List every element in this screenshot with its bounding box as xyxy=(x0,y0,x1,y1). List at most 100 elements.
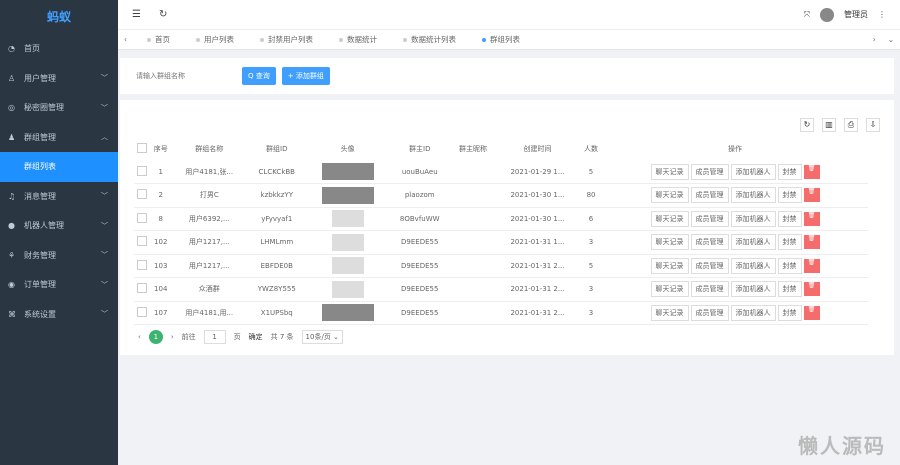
members-button[interactable]: 成员管理 xyxy=(690,257,729,274)
export-icon[interactable]: ⇩ xyxy=(866,118,880,132)
delete-button[interactable]: 🗑 xyxy=(803,235,820,250)
chat-log-button[interactable]: 聊天记录 xyxy=(650,304,689,321)
ban-button[interactable]: 封禁 xyxy=(777,257,802,274)
row-checkbox[interactable] xyxy=(134,183,150,208)
tabs-next-icon[interactable]: › xyxy=(873,35,876,44)
chat-log-button[interactable]: 聊天记录 xyxy=(650,257,689,274)
menu-icon: ♙ xyxy=(8,73,16,83)
add-robot-button[interactable]: 添加机器人 xyxy=(730,304,776,321)
tab-1[interactable]: 用户列表 xyxy=(196,34,234,45)
members-button[interactable]: 成员管理 xyxy=(690,163,729,180)
columns-icon[interactable]: ▥ xyxy=(822,118,836,132)
ban-button[interactable]: 封禁 xyxy=(777,163,802,180)
tab-4[interactable]: 数据统计列表 xyxy=(403,34,456,45)
group-name-search-input[interactable] xyxy=(136,67,226,85)
members-button[interactable]: 成员管理 xyxy=(690,234,729,251)
tabs-prev-icon[interactable]: ‹ xyxy=(124,35,127,44)
created-at: 2021-01-30 1... xyxy=(494,183,581,208)
user-name[interactable]: 管理员 xyxy=(844,9,868,20)
row-checkbox[interactable] xyxy=(134,230,150,255)
sidebar-item-6[interactable]: ● 机器人管理 ﹀ xyxy=(0,211,118,241)
row-checkbox[interactable] xyxy=(134,207,150,231)
tab-3[interactable]: 数据统计 xyxy=(339,34,377,45)
chat-log-button[interactable]: 聊天记录 xyxy=(650,163,689,180)
delete-button[interactable]: 🗑 xyxy=(803,211,820,226)
tabs-menu-icon[interactable]: ⌄ xyxy=(888,35,894,44)
row-checkbox[interactable] xyxy=(134,277,150,302)
select-all-checkbox[interactable] xyxy=(134,138,150,160)
add-robot-button[interactable]: 添加机器人 xyxy=(730,210,776,227)
delete-button[interactable]: 🗑 xyxy=(803,164,820,179)
tab-dot-icon xyxy=(339,37,343,42)
delete-button[interactable]: 🗑 xyxy=(803,258,820,273)
fullscreen-icon[interactable]: ⤧ xyxy=(804,10,810,20)
chat-log-button[interactable]: 聊天记录 xyxy=(650,281,689,298)
chat-log-button[interactable]: 聊天记录 xyxy=(650,187,689,204)
ban-button[interactable]: 封禁 xyxy=(777,187,802,204)
chat-log-button[interactable]: 聊天记录 xyxy=(650,210,689,227)
sidebar: 蚂蚁 ◔ 首页 ♙ 用户管理 ﹀ ◎ 秘密圈管理 ﹀ ♟ 群组管理 ︿ 群组列表 ♫ 消息管理 ﹀ ● 机器人管… xyxy=(0,0,118,465)
more-icon[interactable]: ⋮ xyxy=(878,10,886,19)
table-card: ↻ ▥ ⎙ ⇩ 序号 群组名称 群组ID 头像 群主ID 群主昵称 创建时间 人数 操作 1 用户… xyxy=(120,100,894,355)
index: 1 xyxy=(149,160,172,184)
group-name: 用户1217,... xyxy=(171,254,247,278)
members-button[interactable]: 成员管理 xyxy=(690,304,729,321)
page-1[interactable]: 1 xyxy=(148,330,163,344)
members-button[interactable]: 成员管理 xyxy=(690,210,729,227)
members-button[interactable]: 成员管理 xyxy=(690,281,729,298)
group-name: 用户1217,... xyxy=(171,230,247,255)
tab-5[interactable]: 群组列表 xyxy=(482,34,520,45)
search-button[interactable]: Q 查询 xyxy=(242,67,276,85)
ban-button[interactable]: 封禁 xyxy=(777,234,802,251)
add-robot-button[interactable]: 添加机器人 xyxy=(730,163,776,180)
add-robot-button[interactable]: 添加机器人 xyxy=(730,234,776,251)
created-at: 2021-01-31 2... xyxy=(494,277,581,302)
ban-button[interactable]: 封禁 xyxy=(777,210,802,227)
goto-page-input[interactable]: 1 xyxy=(203,330,226,344)
sidebar-item-1[interactable]: ♙ 用户管理 ﹀ xyxy=(0,64,118,94)
column-header: 创建时间 xyxy=(523,145,552,153)
ban-button[interactable]: 封禁 xyxy=(777,281,802,298)
chevron-up-icon: ︿ xyxy=(101,133,108,142)
add-group-button[interactable]: + 添加群组 xyxy=(281,67,330,85)
sidebar-item-3[interactable]: ♟ 群组管理 ︿ xyxy=(0,123,118,153)
tab-2[interactable]: 封禁用户列表 xyxy=(260,34,313,45)
row-checkbox[interactable] xyxy=(134,160,150,184)
print-icon[interactable]: ⎙ xyxy=(844,118,858,132)
tab-bar: ‹ 首页 用户列表 封禁用户列表 数据统计 数据统计列表 群组列表 › ⌄ xyxy=(118,30,900,50)
delete-button[interactable]: 🗑 xyxy=(803,282,820,297)
add-robot-button[interactable]: 添加机器人 xyxy=(730,281,776,298)
group-id: YWZ8Y555 xyxy=(246,277,307,302)
column-header: 序号 xyxy=(153,145,168,153)
add-robot-button[interactable]: 添加机器人 xyxy=(730,187,776,204)
menu-toggle-icon[interactable]: ☰ xyxy=(132,9,141,20)
avatar[interactable] xyxy=(820,7,834,22)
chat-log-button[interactable]: 聊天记录 xyxy=(650,234,689,251)
refresh-table-icon[interactable]: ↻ xyxy=(800,118,814,132)
actions-cell: 聊天记录 成员管理 添加机器人 封禁 🗑 xyxy=(602,207,868,231)
tab-0[interactable]: 首页 xyxy=(147,34,170,45)
sidebar-item-9[interactable]: ⌘ 系统设置 ﹀ xyxy=(0,300,118,330)
confirm-button[interactable]: 确定 xyxy=(249,332,263,342)
sidebar-item-5[interactable]: ♫ 消息管理 ﹀ xyxy=(0,182,118,212)
members-button[interactable]: 成员管理 xyxy=(690,187,729,204)
delete-button[interactable]: 🗑 xyxy=(803,188,820,203)
avatar xyxy=(306,160,389,184)
ban-button[interactable]: 封禁 xyxy=(777,304,802,321)
row-checkbox[interactable] xyxy=(134,254,150,278)
column-header: 头像 xyxy=(340,145,355,153)
refresh-icon[interactable]: ↻ xyxy=(159,9,167,20)
prev-page-icon[interactable]: ‹ xyxy=(138,333,141,341)
sidebar-item-4[interactable]: 群组列表 xyxy=(0,152,118,182)
delete-button[interactable]: 🗑 xyxy=(803,305,820,320)
sidebar-item-0[interactable]: ◔ 首页 xyxy=(0,34,118,64)
sidebar-item-2[interactable]: ◎ 秘密圈管理 ﹀ xyxy=(0,93,118,123)
sidebar-item-7[interactable]: ⚘ 财务管理 ﹀ xyxy=(0,241,118,271)
next-page-icon[interactable]: › xyxy=(171,333,174,341)
page-size-select[interactable]: 10条/页 ⌄ xyxy=(301,330,343,344)
row-checkbox[interactable] xyxy=(134,301,150,325)
add-robot-button[interactable]: 添加机器人 xyxy=(730,257,776,274)
sidebar-item-8[interactable]: ◉ 订单管理 ﹀ xyxy=(0,270,118,300)
index: 8 xyxy=(149,207,172,231)
table-row: 8 用户6392,... yFyvyaf1 8OBvfuWW 2021-01-30 1.… xyxy=(134,207,868,231)
